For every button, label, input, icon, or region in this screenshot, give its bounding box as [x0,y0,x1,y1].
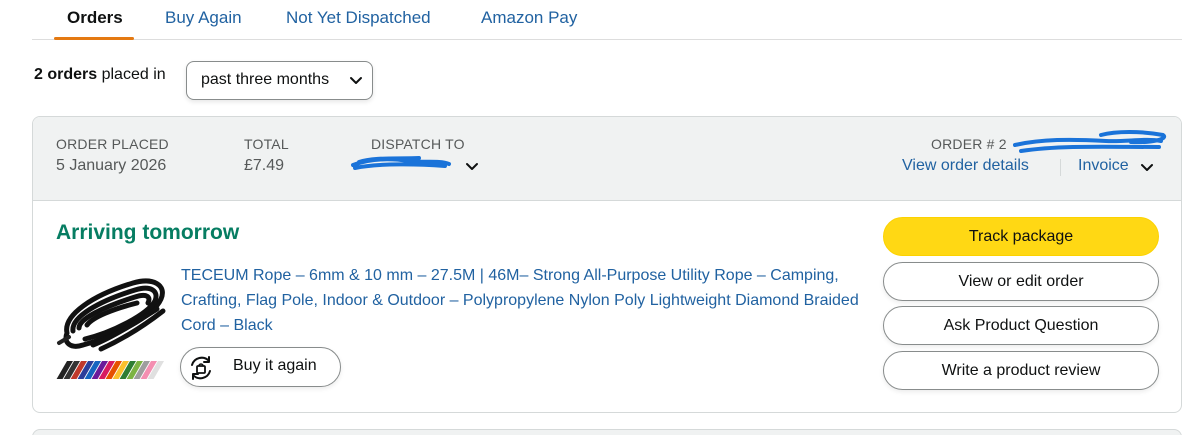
order-number-label: ORDER # 2 [931,136,1007,152]
order-total-value: £7.49 [244,157,285,174]
view-order-details-link[interactable]: View order details [902,157,1029,175]
tab-not-yet-dispatched[interactable]: Not Yet Dispatched [286,8,431,28]
header-divider [1060,159,1061,176]
dispatch-to-label: DISPATCH TO [371,136,465,152]
delivery-status: Arriving tomorrow [56,221,240,244]
view-edit-order-button[interactable]: View or edit order [883,262,1159,301]
order-card: ORDER PLACED 5 January 2026 TOTAL £7.49 … [32,116,1182,413]
order-placed-label: ORDER PLACED [56,136,169,152]
chevron-down-icon [466,163,478,170]
tab-orders[interactable]: Orders [67,8,123,28]
order-header: ORDER PLACED 5 January 2026 TOTAL £7.49 … [33,117,1181,201]
ask-product-question-button[interactable]: Ask Product Question [883,306,1159,345]
orders-tab-bar: Orders Buy Again Not Yet Dispatched Amaz… [32,0,1182,40]
rope-product-image[interactable] [53,265,173,379]
product-title-link[interactable]: TECEUM Rope – 6mm & 10 mm – 27.5M | 46M–… [181,263,861,338]
time-period-select[interactable]: past three months [186,61,373,100]
orders-count-text: 2 orders placed in [34,66,166,84]
active-tab-indicator [54,37,134,40]
redaction-scribble [1013,130,1167,153]
buy-again-cycle-icon [191,356,211,380]
track-package-button[interactable]: Track package [883,217,1159,256]
order-total-label: TOTAL [244,136,289,152]
invoice-link: Invoice [1078,157,1129,174]
order-placed-date: 5 January 2026 [56,157,167,174]
next-order-card [32,429,1182,435]
buy-it-again-label: Buy it again [233,357,317,374]
orders-count: 2 orders [34,66,98,83]
tab-amazon-pay[interactable]: Amazon Pay [481,8,577,28]
chevron-down-icon [350,77,362,84]
write-product-review-button[interactable]: Write a product review [883,351,1159,390]
chevron-down-icon [1141,164,1153,171]
redaction-scribble [351,156,451,170]
buy-it-again-button[interactable]: Buy it again [180,347,341,387]
dispatch-to-recipient[interactable] [349,153,483,177]
invoice-dropdown[interactable]: Invoice [1078,157,1163,179]
orders-placed-in-label: placed in [101,66,166,83]
time-period-value: past three months [201,71,330,88]
tab-buy-again[interactable]: Buy Again [165,8,242,28]
